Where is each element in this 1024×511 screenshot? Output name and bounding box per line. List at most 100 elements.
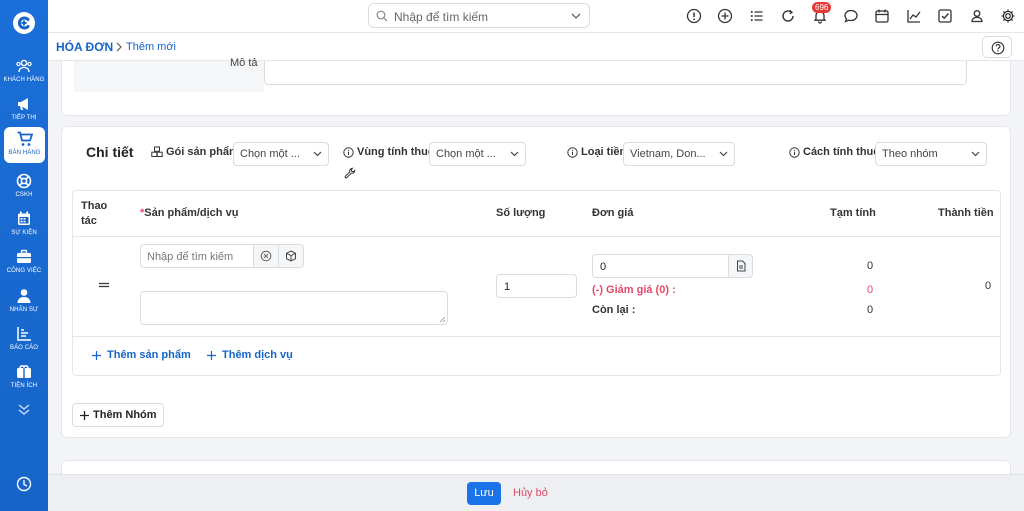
column-header-total: Thành tiền	[938, 207, 994, 219]
sidebar-item-reports[interactable]: BÁO CÁO	[0, 322, 48, 360]
details-card: Chi tiết Gói sản phẩm Chọn một ... Vùng …	[61, 126, 1011, 438]
sidebar-item-tasks[interactable]: CÔNG VIỆC	[0, 245, 48, 283]
app-logo-icon[interactable]	[12, 11, 36, 35]
discount-label[interactable]: (-) Giảm giá (0) :	[592, 284, 676, 296]
info-circle-icon	[343, 146, 354, 158]
tax-method-field-label: Cách tính thuế	[789, 146, 879, 158]
product-search-input[interactable]: Nhập để tìm kiếm	[140, 244, 254, 268]
sidebar-item-label: SỰ KIỆN	[11, 230, 37, 236]
document-icon	[737, 260, 746, 272]
sidebar: KHÁCH HÀNG TIẾP THỊ BÁN HÀNG CSKH SỰ KIỆ…	[0, 0, 48, 511]
cancel-button[interactable]: Hủy bỏ	[513, 487, 548, 499]
breadcrumb-invoice[interactable]: HÓA ĐƠN	[56, 40, 113, 54]
tax-region-field-label: Vùng tính thuế	[343, 146, 434, 158]
calendar-icon[interactable]	[874, 8, 890, 24]
utilities-icon	[17, 365, 31, 378]
chevron-down-icon	[571, 13, 581, 19]
support-icon	[16, 173, 32, 189]
refresh-icon[interactable]	[780, 8, 796, 24]
description-textarea[interactable]	[264, 61, 967, 85]
report-icon	[17, 327, 31, 341]
breadcrumb: HÓA ĐƠN Thêm mới	[48, 33, 1024, 61]
price-list-button[interactable]	[728, 254, 753, 278]
sidebar-item-customers[interactable]: KHÁCH HÀNG	[0, 54, 48, 92]
tax-region-select[interactable]: Chọn một ...	[429, 142, 526, 166]
user-icon[interactable]	[969, 8, 985, 24]
discount-value: 0	[867, 284, 874, 296]
search-placeholder: Nhập để tìm kiếm	[394, 10, 489, 24]
subtotal-value: 0	[867, 260, 874, 272]
quantity-input[interactable]: 1	[496, 274, 577, 298]
briefcase-icon	[17, 249, 31, 263]
column-header-product: *Sản phẩm/dịch vụ	[140, 207, 239, 219]
alert-circle-icon[interactable]	[686, 8, 702, 24]
description-card: Mô tả	[61, 57, 1011, 116]
package-select[interactable]: Chọn một ...	[233, 142, 329, 166]
chat-icon[interactable]	[843, 8, 859, 24]
chevron-down-icon	[313, 151, 322, 157]
column-header-unit-price: Đơn giá	[592, 207, 634, 219]
info-circle-icon	[567, 146, 578, 158]
notification-badge: 696	[812, 2, 832, 13]
cart-icon	[17, 131, 33, 146]
sidebar-item-label: TIỆN ÍCH	[10, 383, 38, 389]
sidebar-item-label: NHÂN SỰ	[9, 307, 39, 313]
tax-method-select[interactable]: Theo nhóm	[875, 142, 987, 166]
sidebar-item-label: CÔNG VIỆC	[6, 268, 42, 274]
remaining-value: 0	[867, 304, 874, 316]
customers-icon	[16, 59, 32, 73]
drag-handle-icon[interactable]	[99, 281, 109, 289]
calendar-icon	[18, 211, 30, 225]
sidebar-item-marketing[interactable]: TIẾP THỊ	[0, 92, 48, 130]
question-circle-icon	[991, 41, 1005, 55]
chevron-double-down-icon[interactable]	[16, 403, 32, 417]
sidebar-item-utilities[interactable]: TIỆN ÍCH	[0, 360, 48, 398]
sidebar-item-hr[interactable]: NHÂN SỰ	[0, 284, 48, 322]
plus-icon	[80, 410, 89, 420]
megaphone-icon	[18, 98, 28, 110]
sidebar-item-events[interactable]: SỰ KIỆN	[0, 207, 48, 245]
help-button[interactable]	[982, 36, 1012, 58]
column-header-quantity: Số lượng	[496, 207, 546, 219]
product-description-textarea[interactable]	[140, 291, 448, 325]
clock-icon[interactable]	[16, 476, 32, 492]
checkbox-icon[interactable]	[937, 8, 953, 24]
person-icon	[17, 289, 31, 303]
chevron-down-icon	[510, 151, 519, 157]
currency-field-label: Loại tiền	[567, 146, 626, 158]
chevron-down-icon	[719, 151, 728, 157]
top-bar: Nhập để tìm kiếm 696	[48, 0, 1024, 33]
add-product-link[interactable]: Thêm sản phẩm	[92, 349, 191, 361]
sidebar-item-label: BÁN HÀNG	[8, 150, 41, 156]
global-search[interactable]: Nhập để tìm kiếm	[368, 3, 590, 28]
clear-product-button[interactable]	[253, 244, 279, 268]
search-icon	[376, 10, 388, 22]
sidebar-item-label: BÁO CÁO	[9, 345, 39, 351]
plus-icon	[207, 350, 216, 360]
plus-circle-icon[interactable]	[717, 8, 733, 24]
sidebar-item-sales[interactable]: BÁN HÀNG	[4, 127, 45, 163]
add-service-link[interactable]: Thêm dịch vụ	[207, 349, 293, 361]
product-catalog-button[interactable]	[278, 244, 304, 268]
wrench-icon[interactable]	[344, 167, 356, 179]
add-group-button[interactable]: Thêm Nhóm	[72, 403, 164, 427]
plus-icon	[92, 350, 101, 360]
action-footer: Lưu Hủy bỏ	[48, 474, 1024, 511]
chevron-down-icon	[971, 151, 980, 157]
save-button[interactable]: Lưu	[467, 482, 501, 505]
box-icon	[286, 250, 296, 262]
product-table: Thao tác *Sản phẩm/dịch vụ Số lượng Đơn …	[72, 190, 1001, 376]
sidebar-item-label: CSKH	[15, 192, 33, 198]
chevron-right-icon	[116, 42, 122, 52]
line-total-value: 0	[985, 280, 992, 292]
close-circle-icon	[260, 250, 272, 262]
chart-line-icon[interactable]	[906, 8, 922, 24]
sidebar-item-cskh[interactable]: CSKH	[0, 169, 48, 207]
currency-select[interactable]: Vietnam, Don...	[623, 142, 735, 166]
details-title: Chi tiết	[86, 144, 134, 160]
list-icon[interactable]	[749, 8, 765, 24]
table-header-divider	[73, 236, 1000, 237]
settings-icon[interactable]	[1000, 8, 1016, 24]
unit-price-input[interactable]: 0	[592, 254, 729, 278]
table-row-divider	[73, 336, 1000, 337]
